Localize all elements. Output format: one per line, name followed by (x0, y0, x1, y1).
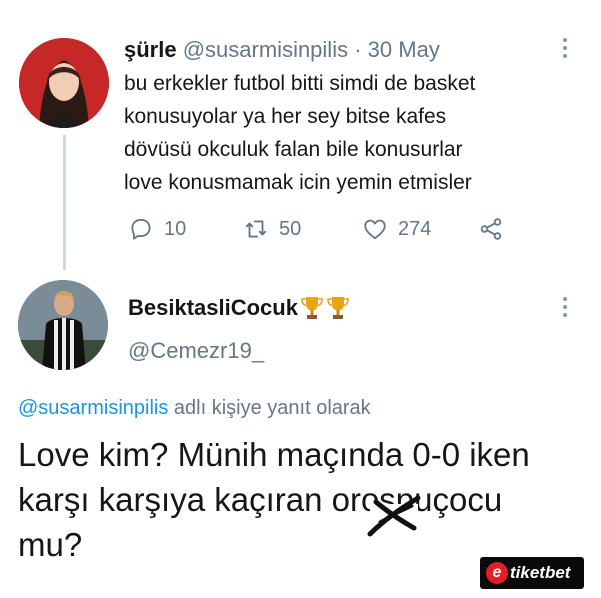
share-icon (480, 218, 502, 240)
tweet1-date[interactable]: 30 May (368, 37, 440, 62)
reply-mention-link[interactable]: @susarmisinpilis (18, 397, 168, 419)
tweet1-actions: 10 50 274 (128, 213, 518, 245)
tweet2-text-line: Love kim? Münih maçında 0-0 iken (18, 436, 530, 473)
reply-prefix-text: adlı kişiye yanıt olarak (173, 397, 371, 419)
more-icon[interactable] (560, 38, 570, 64)
tweet2-text: Love kim? Münih maçında 0-0 iken karşı k… (18, 432, 588, 567)
like-count: 274 (398, 217, 432, 240)
share-button[interactable] (478, 213, 514, 245)
more-icon[interactable] (560, 297, 570, 323)
tweet1-handle[interactable]: @susarmisinpilis (183, 37, 348, 62)
tweet2-text-line: karşı karşıya kaçıran orospuçocu (18, 481, 503, 518)
retweet-count: 50 (279, 217, 302, 240)
reply-button[interactable]: 10 (128, 213, 186, 245)
etiketbet-logo-icon: e (486, 562, 508, 584)
censor-scribble (367, 495, 421, 537)
tweet1-text-line: dövüsü okculuk falan bile konusurlar (124, 138, 463, 161)
thread-line (63, 135, 66, 270)
retweet-button[interactable]: 50 (243, 213, 301, 245)
like-icon (364, 219, 386, 240)
reply-icon (131, 218, 151, 240)
tweet1-header: şürle @susarmisinpilis · 30 May (124, 35, 440, 65)
like-button[interactable]: 274 (362, 213, 431, 245)
reply-count: 10 (164, 217, 187, 240)
tweet2-display-name-row: BesiktasliCocuk (128, 293, 350, 323)
etiketbet-watermark: e tiketbet (480, 557, 584, 589)
tweet2-display-name[interactable]: BesiktasliCocuk (128, 293, 298, 323)
avatar-surle[interactable] (19, 38, 109, 128)
tweet1-text: bu erkekler futbol bitti simdi de basket… (124, 67, 564, 199)
tweet1-text-line: bu erkekler futbol bitti simdi de basket (124, 72, 476, 95)
trophy-icon (327, 297, 349, 319)
etiketbet-brand: tiketbet (510, 563, 571, 582)
avatar-besiktaslicocuk[interactable] (18, 280, 108, 370)
trophy-icon (301, 297, 323, 319)
avatar-image (18, 280, 108, 370)
avatar-image (19, 38, 109, 128)
retweet-icon (245, 220, 267, 238)
tweet1-text-line: love konusmamak icin yemin etmisler (124, 171, 472, 194)
tweet1-text-line: konusuyolar ya her sey bitse kafes (124, 105, 447, 128)
tweet1-separator: · (354, 37, 362, 62)
tweet2-handle[interactable]: @Cemezr19_ (128, 336, 264, 366)
tweet1-display-name[interactable]: şürle (124, 37, 177, 62)
replying-to: @susarmisinpilis adlı kişiye yanıt olara… (18, 393, 371, 423)
